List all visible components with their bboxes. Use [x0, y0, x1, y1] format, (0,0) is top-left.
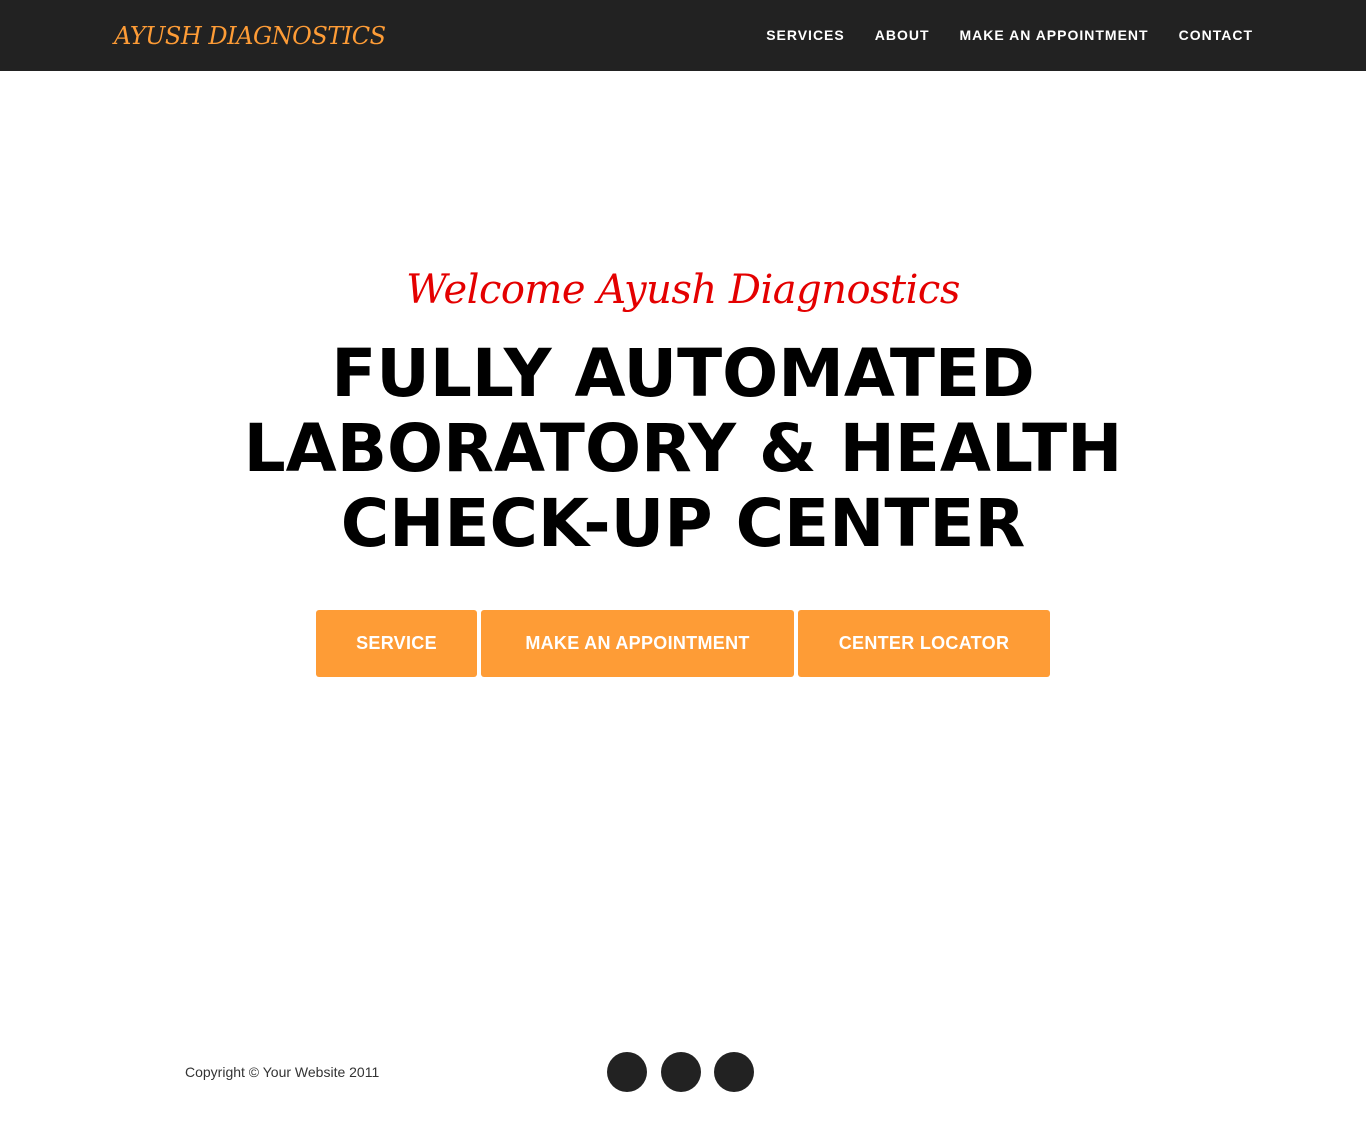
headline-line-2: LABORATORY & HEALTH [243, 410, 1123, 487]
social-link-1-icon[interactable] [607, 1052, 647, 1092]
center-locator-button[interactable]: CENTER LOCATOR [798, 610, 1050, 677]
nav-item-services: SERVICES [766, 25, 845, 45]
social-link-2-icon[interactable] [661, 1052, 701, 1092]
hero-headline: FULLY AUTOMATED LABORATORY & HEALTH CHEC… [0, 336, 1366, 561]
nav-menu: SERVICES ABOUT MAKE AN APPOINTMENT CONTA… [766, 25, 1253, 45]
nav-link-services[interactable]: SERVICES [766, 27, 845, 43]
make-appointment-button[interactable]: MAKE AN APPOINTMENT [481, 610, 794, 677]
brand-logo-link[interactable]: AYUSH DIAGNOSTICS [114, 19, 386, 53]
service-button[interactable]: SERVICE [316, 610, 477, 677]
headline-line-3: CHECK-UP CENTER [340, 485, 1026, 562]
nav-link-about[interactable]: ABOUT [875, 27, 930, 43]
headline-line-1: FULLY AUTOMATED [331, 335, 1035, 412]
nav-item-about: ABOUT [875, 25, 930, 45]
copyright-text: Copyright © Your Website 2011 [185, 1064, 380, 1080]
nav-link-contact[interactable]: CONTACT [1179, 27, 1253, 43]
nav-link-make-appointment[interactable]: MAKE AN APPOINTMENT [960, 27, 1149, 43]
nav-item-appointment: MAKE AN APPOINTMENT [960, 25, 1149, 45]
welcome-subtitle: Welcome Ayush Diagnostics [406, 267, 960, 313]
social-link-3-icon[interactable] [714, 1052, 754, 1092]
nav-item-contact: CONTACT [1179, 25, 1253, 45]
top-navbar: AYUSH DIAGNOSTICS SERVICES ABOUT MAKE AN… [0, 0, 1366, 71]
